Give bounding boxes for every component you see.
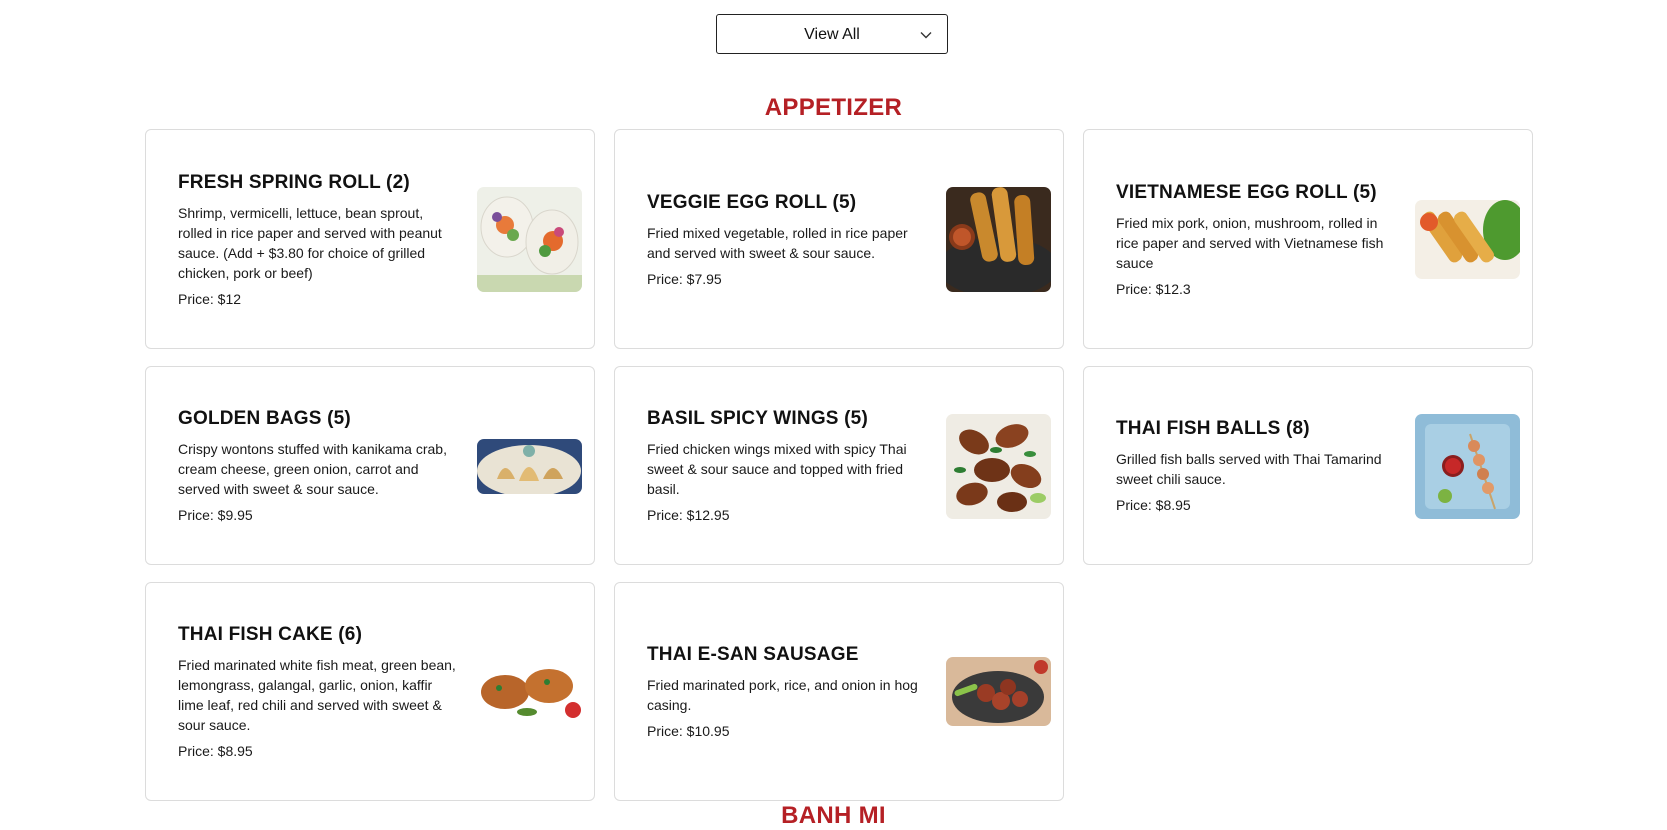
menu-item-description: Fried mix pork, onion, mushroom, rolled … — [1116, 214, 1384, 271]
menu-item-card[interactable]: BASIL SPICY WINGS (5) Fried chicken wing… — [614, 366, 1064, 565]
menu-item-name: THAI E-SAN SAUSAGE — [647, 644, 859, 665]
vietnamese-egg-roll-photo — [1415, 200, 1520, 279]
veggie-egg-roll-photo — [946, 187, 1051, 292]
menu-item-price: Price: $12.95 — [647, 507, 730, 523]
menu-item-description: Fried marinated white fish meat, green b… — [178, 657, 456, 733]
menu-item-name: VEGGIE EGG ROLL (5) — [647, 191, 857, 213]
menu-item-price: Price: $10.95 — [647, 723, 730, 739]
menu-item-name: THAI FISH CAKE (6) — [178, 624, 363, 645]
menu-item-price: Price: $9.95 — [178, 507, 253, 523]
menu-item-name: VIETNAMESE EGG ROLL (5) — [1116, 181, 1377, 203]
thai-fish-balls-photo — [1415, 414, 1520, 519]
menu-item-card[interactable]: THAI FISH CAKE (6) Fried marinated white… — [145, 582, 595, 801]
menu-item-price: Price: $8.95 — [1116, 497, 1191, 513]
menu-item-card[interactable]: VIETNAMESE EGG ROLL (5) Fried mix pork, … — [1083, 129, 1533, 349]
section-title-banh-mi: BANH MI — [781, 802, 886, 829]
menu-item-card[interactable]: FRESH SPRING ROLL (2) Shrimp, vermicelli… — [145, 129, 595, 349]
thai-esan-sausage-photo — [946, 657, 1051, 726]
menu-item-card[interactable]: GOLDEN BAGS (5) Crispy wontons stuffed w… — [145, 366, 595, 565]
menu-item-description: Grilled fish balls served with Thai Tama… — [1116, 451, 1382, 487]
menu-item-name: THAI FISH BALLS (8) — [1116, 418, 1310, 439]
menu-item-description: Fried chicken wings mixed with spicy Tha… — [647, 441, 907, 497]
menu-item-description: Fried marinated pork, rice, and onion in… — [647, 677, 918, 713]
fresh-spring-roll-photo — [477, 187, 582, 292]
menu-item-description: Shrimp, vermicelli, lettuce, bean sprout… — [178, 204, 442, 281]
menu-item-description: Fried mixed vegetable, rolled in rice pa… — [647, 224, 908, 261]
menu-item-price: Price: $7.95 — [647, 270, 722, 287]
menu-item-name: FRESH SPRING ROLL (2) — [178, 171, 410, 193]
category-filter-value: View All — [804, 26, 860, 43]
menu-item-description: Crispy wontons stuffed with kanikama cra… — [178, 441, 447, 497]
section-title-appetizer: APPETIZER — [764, 94, 903, 121]
menu-item-card[interactable]: VEGGIE EGG ROLL (5) Fried mixed vegetabl… — [614, 129, 1064, 349]
chevron-down-icon — [920, 32, 932, 39]
golden-bags-photo — [477, 439, 582, 494]
menu-item-price: Price: $12.3 — [1116, 280, 1191, 297]
basil-spicy-wings-photo — [946, 414, 1051, 519]
thai-fish-cake-photo — [477, 662, 582, 720]
menu-item-price: Price: $12 — [178, 290, 242, 307]
menu-item-name: BASIL SPICY WINGS (5) — [647, 408, 868, 429]
menu-item-card[interactable]: THAI E-SAN SAUSAGE Fried marinated pork,… — [614, 582, 1064, 801]
menu-item-price: Price: $8.95 — [178, 743, 253, 759]
menu-item-name: GOLDEN BAGS (5) — [178, 408, 351, 429]
menu-item-card[interactable]: THAI FISH BALLS (8) Grilled fish balls s… — [1083, 366, 1533, 565]
category-filter-dropdown[interactable]: View All — [716, 14, 948, 54]
